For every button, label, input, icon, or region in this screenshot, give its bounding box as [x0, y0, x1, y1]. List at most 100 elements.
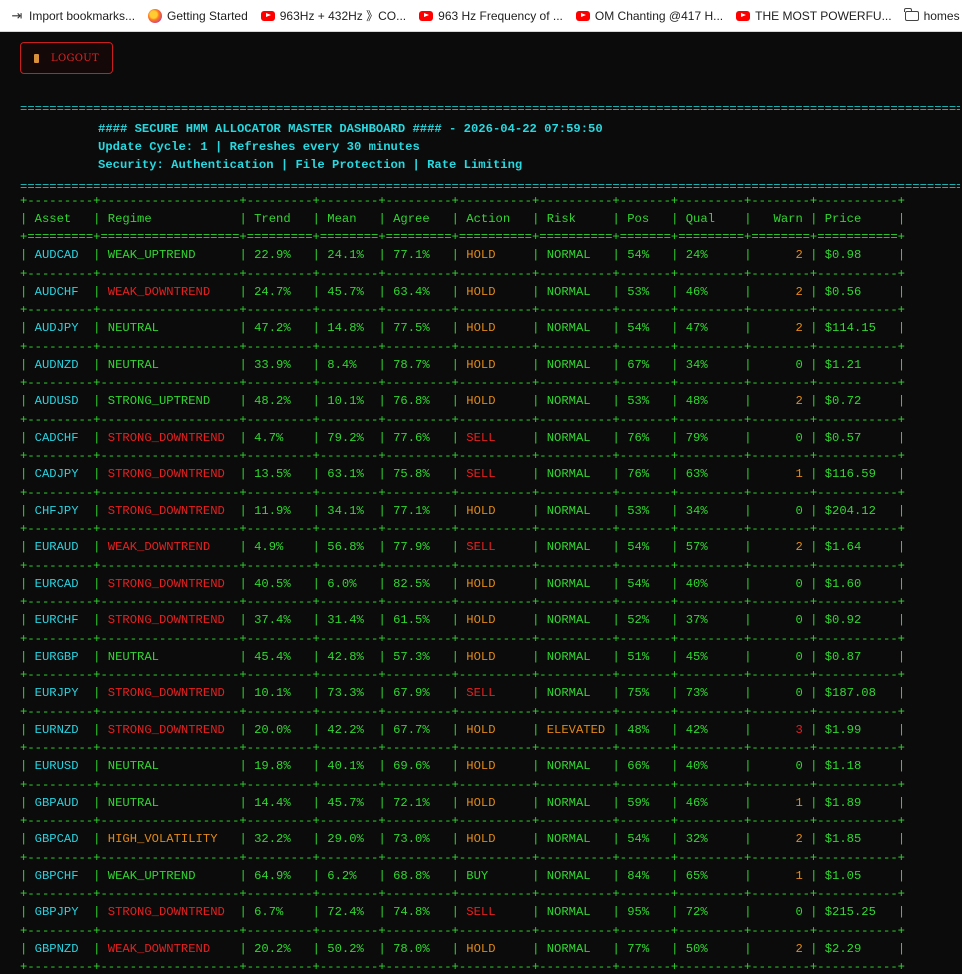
table-row: | EURAUD | WEAK_DOWNTREND | 4.9% | 56.8%… — [20, 540, 906, 554]
logout-button[interactable]: LOGOUT — [20, 42, 113, 74]
cell-regime: STRONG_DOWNTREND — [100, 467, 240, 481]
door-icon — [34, 53, 40, 63]
cell-qual: 48% — [678, 394, 745, 408]
cell-price: $1.60 — [817, 576, 898, 591]
cell-price: $116.59 — [817, 467, 898, 481]
cell-agree: 74.8% — [385, 905, 452, 919]
cell-action: HOLD — [458, 357, 533, 372]
cell-agree: 75.8% — [385, 467, 452, 481]
column-header-agree: Agree — [385, 212, 452, 226]
cell-agree: 77.1% — [385, 248, 452, 262]
logout-label: LOGOUT — [51, 52, 99, 64]
cell-regime: STRONG_DOWNTREND — [100, 905, 240, 919]
cell-action: HOLD — [458, 722, 533, 737]
cell-agree: 72.1% — [385, 795, 452, 810]
table-row: | CADJPY | STRONG_DOWNTREND | 13.5% | 63… — [20, 467, 906, 481]
cell-pos: 76% — [619, 467, 672, 481]
table-row: | GBPAUD | NEUTRAL | 14.4% | 45.7% | 72.… — [20, 795, 906, 810]
table-header-border: +=========+===================+=========… — [20, 230, 905, 244]
cell-warn: 0 — [751, 759, 811, 773]
bookmark-item[interactable]: Getting Started — [148, 8, 248, 23]
terminal-output: ========================================… — [20, 102, 960, 974]
cell-trend: 6.7% — [246, 905, 313, 919]
cell-price: $1.64 — [817, 540, 898, 554]
column-header-mean: Mean — [319, 212, 379, 226]
cell-risk: NORMAL — [539, 795, 613, 810]
cell-price: $0.72 — [817, 394, 898, 408]
cell-asset: CADJPY — [27, 467, 94, 481]
cell-trend: 33.9% — [246, 357, 313, 372]
cell-mean: 29.0% — [319, 832, 379, 846]
youtube-icon — [736, 10, 751, 21]
cell-agree: 69.6% — [385, 759, 452, 773]
cell-action: HOLD — [458, 248, 533, 262]
cell-action: HOLD — [458, 613, 533, 627]
cell-agree: 77.6% — [385, 430, 452, 445]
cell-regime: STRONG_DOWNTREND — [100, 503, 240, 518]
column-header-pos: Pos — [619, 212, 672, 226]
cell-asset: GBPNZD — [27, 941, 94, 956]
cell-action: HOLD — [458, 832, 533, 846]
cell-pos: 66% — [619, 759, 672, 773]
cell-asset: GBPCHF — [27, 868, 94, 883]
cell-pos: 54% — [619, 540, 672, 554]
table-row: | GBPJPY | STRONG_DOWNTREND | 6.7% | 72.… — [20, 905, 906, 919]
cell-qual: 34% — [678, 503, 745, 518]
bookmark-item[interactable]: ⇥ Import bookmarks... — [10, 7, 135, 23]
cell-risk: NORMAL — [539, 503, 613, 518]
cell-regime: HIGH_VOLATILITY — [100, 832, 240, 846]
cell-warn: 1 — [751, 795, 811, 810]
cell-mean: 6.2% — [319, 868, 379, 883]
cell-pos: 54% — [619, 576, 672, 591]
cell-mean: 31.4% — [319, 613, 379, 627]
bookmark-item[interactable]: 963 Hz Frequency of ... — [419, 9, 563, 23]
bookmark-item[interactable]: homes — [904, 7, 960, 23]
table-row: | AUDCHF | WEAK_DOWNTREND | 24.7% | 45.7… — [20, 284, 906, 299]
row-border: +---------+-------------------+---------… — [20, 339, 905, 354]
table-row: | AUDCAD | WEAK_UPTREND | 22.9% | 24.1% … — [20, 248, 906, 262]
cell-trend: 19.8% — [246, 759, 313, 773]
cell-price: $187.08 — [817, 686, 898, 700]
cell-agree: 76.8% — [385, 394, 452, 408]
table-row: | CHFJPY | STRONG_DOWNTREND | 11.9% | 34… — [20, 503, 906, 518]
column-header-regime: Regime — [100, 212, 240, 226]
cell-regime: WEAK_UPTREND — [100, 868, 240, 883]
bookmark-item[interactable]: THE MOST POWERFU... — [736, 9, 892, 23]
import-icon: ⇥ — [11, 7, 23, 23]
cell-trend: 32.2% — [246, 832, 313, 846]
cell-regime: WEAK_DOWNTREND — [100, 284, 240, 299]
cell-mean: 24.1% — [319, 248, 379, 262]
bookmark-item[interactable]: 963Hz + 432Hz 》CO... — [260, 7, 406, 24]
table-row: | EURUSD | NEUTRAL | 19.8% | 40.1% | 69.… — [20, 759, 906, 773]
cell-agree: 67.7% — [385, 722, 452, 737]
cell-regime: STRONG_DOWNTREND — [100, 430, 240, 445]
column-header-warn: Warn — [751, 212, 811, 226]
cell-regime: WEAK_DOWNTREND — [100, 540, 240, 554]
security-text: Security: Authentication | File Protecti… — [98, 158, 523, 172]
cell-pos: 75% — [619, 686, 672, 700]
column-header-action: Action — [458, 212, 533, 226]
cell-mean: 56.8% — [319, 540, 379, 554]
cell-mean: 34.1% — [319, 503, 379, 518]
cell-pos: 53% — [619, 394, 672, 408]
cell-price: $0.87 — [817, 649, 898, 664]
table-row: | AUDJPY | NEUTRAL | 47.2% | 14.8% | 77.… — [20, 321, 906, 335]
cell-pos: 84% — [619, 868, 672, 883]
cell-mean: 42.2% — [319, 722, 379, 737]
cell-warn: 3 — [751, 722, 811, 737]
row-border: +---------+-------------------+---------… — [20, 668, 905, 682]
cell-trend: 20.0% — [246, 722, 313, 737]
cell-agree: 77.1% — [385, 503, 452, 518]
table-header-row: | Asset | Regime | Trend | Mean | Agree … — [20, 212, 906, 226]
cell-warn: 0 — [751, 576, 811, 591]
cell-mean: 45.7% — [319, 284, 379, 299]
cell-agree: 73.0% — [385, 832, 452, 846]
bookmark-item[interactable]: OM Chanting @417 H... — [575, 9, 723, 23]
cell-warn: 0 — [751, 686, 811, 700]
cell-price: $1.89 — [817, 795, 898, 810]
cell-risk: NORMAL — [539, 941, 613, 956]
cell-warn: 0 — [751, 905, 811, 919]
cell-asset: CHFJPY — [27, 503, 94, 518]
cell-qual: 63% — [678, 467, 745, 481]
cell-regime: NEUTRAL — [100, 649, 240, 664]
